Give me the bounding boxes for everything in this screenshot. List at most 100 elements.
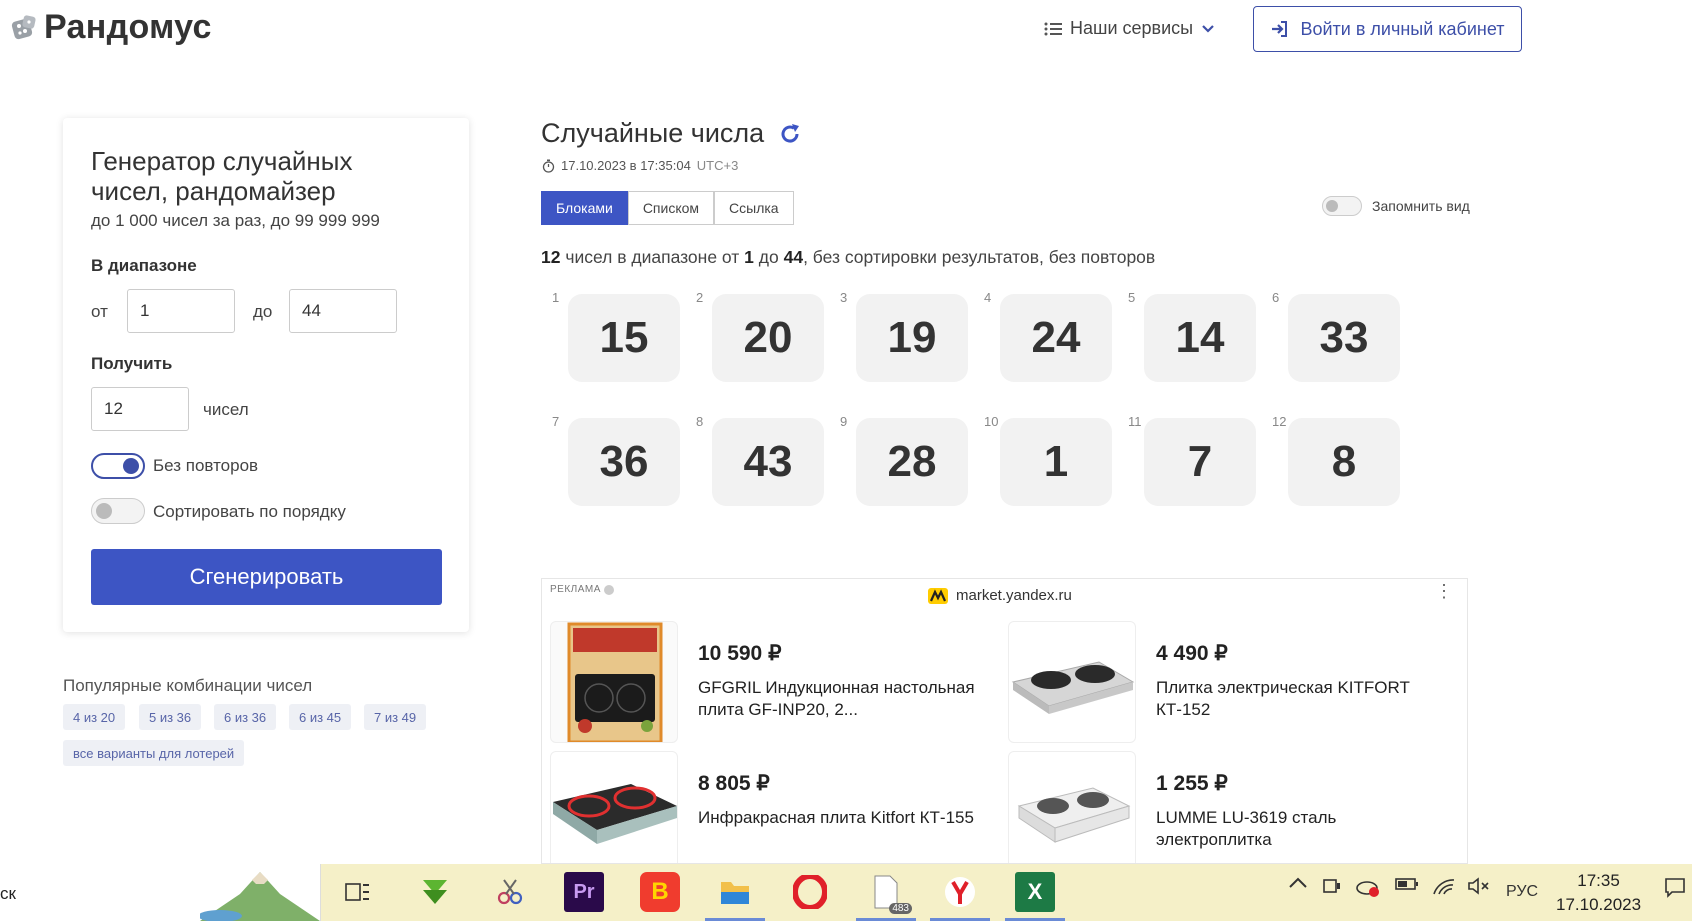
ad-source-text: market.yandex.ru (956, 587, 1072, 604)
product-name: Инфракрасная плита Kitfort КТ-155 (698, 808, 974, 827)
chip-4-of-20[interactable]: 4 из 20 (63, 704, 126, 730)
number-index: 8 (696, 414, 704, 429)
to-input[interactable] (289, 289, 397, 333)
services-label: Наши сервисы (1070, 18, 1194, 38)
refresh-icon[interactable] (778, 122, 802, 146)
file-explorer-icon[interactable] (715, 872, 755, 912)
ad-label: РЕКЛАМА (550, 584, 614, 595)
tab-list[interactable]: Списком (627, 191, 715, 225)
show-hidden-icons-icon[interactable] (1288, 876, 1308, 895)
ad-product[interactable]: 10 590 ₽ GFGRIL Индукционная настольная … (550, 621, 990, 745)
number-cell[interactable]: 6 33 (1272, 290, 1400, 382)
number-cell[interactable]: 10 1 (984, 414, 1112, 506)
tab-link[interactable]: Ссылка (714, 191, 794, 225)
summary-count: 12 (541, 247, 561, 267)
result-summary: 12 чисел в диапазоне от 1 до 44, без сор… (541, 247, 1155, 268)
number-value: 28 (856, 418, 968, 506)
battery-icon[interactable] (1395, 876, 1419, 897)
product-image (1008, 751, 1136, 863)
product-price: 1 255 ₽ (1156, 772, 1228, 795)
services-menu[interactable]: Наши сервисы (1044, 18, 1215, 39)
taskbar: ск Pr B 483 X РУС 17:35 17.10.2023 (0, 864, 1692, 921)
meet-icon[interactable] (1322, 876, 1342, 903)
from-input[interactable] (127, 289, 235, 333)
chip-7-of-49[interactable]: 7 из 49 (364, 704, 427, 730)
range-label: В диапазоне (91, 256, 197, 275)
number-cell[interactable]: 8 43 (696, 414, 824, 506)
summary-from: 1 (744, 247, 754, 267)
sort-label: Сортировать по порядку (153, 502, 346, 521)
number-cell[interactable]: 4 24 (984, 290, 1112, 382)
number-cell[interactable]: 3 19 (840, 290, 968, 382)
chip-6-of-36[interactable]: 6 из 36 (214, 704, 277, 730)
ad-source[interactable]: market.yandex.ru (928, 587, 1072, 604)
tab-blocks[interactable]: Блоками (541, 191, 628, 225)
number-cell[interactable]: 11 7 (1128, 414, 1256, 506)
summary-text-1: чисел в диапазоне от (565, 247, 740, 267)
search-illustration-icon (200, 872, 320, 921)
remember-view-label: Запомнить вид (1372, 198, 1470, 214)
chip-all-lotteries[interactable]: все варианты для лотерей (63, 740, 245, 766)
task-view-icon[interactable] (338, 872, 378, 912)
number-index: 7 (552, 414, 560, 429)
taskbar-search[interactable]: ск (0, 864, 321, 921)
number-cell[interactable]: 9 28 (840, 414, 968, 506)
clock-date: 17.10.2023 (1556, 895, 1642, 914)
product-image (1008, 621, 1136, 743)
timezone: UTC+3 (696, 158, 739, 173)
generate-button[interactable]: Сгенерировать (91, 549, 442, 605)
chip-5-of-36[interactable]: 5 из 36 (139, 704, 202, 730)
number-cell[interactable]: 12 8 (1272, 414, 1400, 506)
product-price: 4 490 ₽ (1156, 642, 1228, 665)
list-icon (1044, 22, 1062, 35)
number-value: 15 (568, 294, 680, 382)
generator-subtitle: до 1 000 чисел за раз, до 99 999 999 (91, 211, 380, 230)
wifi-icon[interactable] (1432, 876, 1456, 901)
product-name: GFGRIL Индукционная настольная плита GF-… (698, 678, 975, 719)
file-icon[interactable]: 483 (866, 872, 912, 914)
generator-title: Генератор случайных чисел, рандомайзер (91, 146, 353, 206)
logo-text: Рандомус (44, 8, 212, 46)
sort-toggle[interactable] (91, 498, 145, 524)
onedrive-error-icon[interactable] (1355, 876, 1381, 903)
product-price: 8 805 ₽ (698, 772, 770, 795)
snipping-tool-icon[interactable] (490, 872, 530, 912)
summary-text-3: , без сортировки результатов, без повтор… (803, 247, 1156, 267)
more-icon[interactable]: ⋮ (1435, 582, 1453, 600)
language-indicator[interactable]: РУС (1506, 883, 1538, 901)
number-value: 8 (1288, 418, 1400, 506)
logo[interactable]: Рандомус (10, 8, 212, 47)
timestamp-value: 17.10.2023 в 17:35:04 (561, 158, 691, 173)
opera-icon[interactable] (790, 872, 830, 912)
number-cell[interactable]: 2 20 (696, 290, 824, 382)
number-cell[interactable]: 1 15 (552, 290, 680, 382)
number-cell[interactable]: 7 36 (552, 414, 680, 506)
count-input[interactable] (91, 387, 189, 431)
ad-product[interactable]: 4 490 ₽ Плитка электрическая KITFORT КТ-… (1008, 621, 1448, 745)
number-cell[interactable]: 5 14 (1128, 290, 1256, 382)
bandicam-icon[interactable]: B (640, 872, 680, 912)
number-index: 9 (840, 414, 848, 429)
notifications-icon[interactable] (1664, 876, 1686, 903)
product-image (550, 621, 678, 743)
no-repeat-toggle[interactable] (91, 453, 145, 479)
login-button[interactable]: Войти в личный кабинет (1253, 6, 1522, 52)
yandex-browser-icon[interactable] (940, 872, 980, 912)
result-title-row: Случайные числа (541, 118, 802, 149)
chip-6-of-45[interactable]: 6 из 45 (289, 704, 352, 730)
summary-to: 44 (783, 247, 804, 267)
download-manager-icon[interactable] (415, 872, 455, 912)
clock[interactable]: 17:35 17.10.2023 (1556, 869, 1641, 917)
volume-muted-icon[interactable] (1467, 876, 1491, 901)
product-name: Плитка электрическая KITFORT КТ-152 (1156, 678, 1410, 719)
ad-product[interactable]: 8 805 ₽ Инфракрасная плита Kitfort КТ-15… (550, 751, 990, 863)
ad-product[interactable]: 1 255 ₽ LUMME LU-3619 сталь электроплитк… (1008, 751, 1448, 863)
premiere-pro-icon[interactable]: Pr (564, 872, 604, 912)
login-icon (1272, 21, 1288, 37)
result-title: Случайные числа (541, 118, 765, 148)
info-icon[interactable] (603, 584, 614, 595)
product-price: 10 590 ₽ (698, 642, 782, 665)
number-index: 5 (1128, 290, 1136, 305)
remember-view-toggle[interactable] (1322, 196, 1362, 216)
excel-icon[interactable]: X (1015, 872, 1055, 912)
